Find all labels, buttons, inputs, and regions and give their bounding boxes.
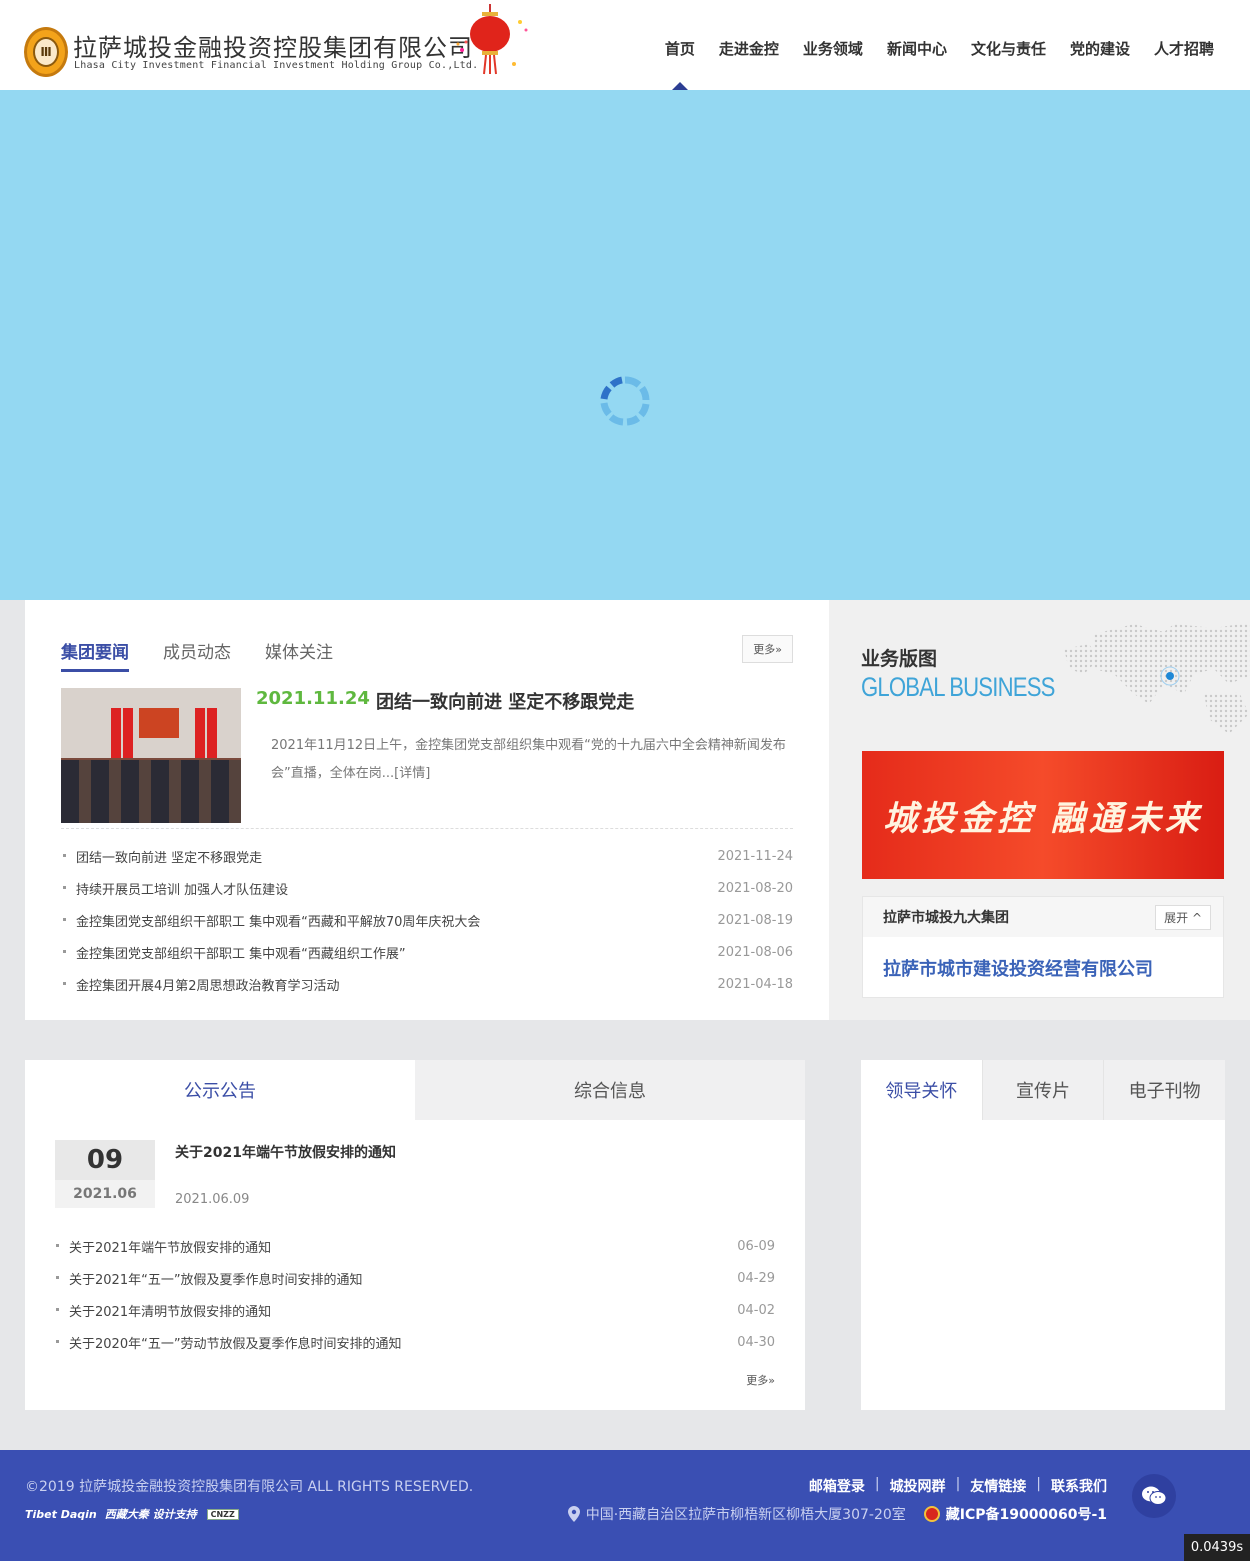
nav-active-indicator [672, 82, 688, 90]
notice-day: 09 [55, 1140, 155, 1180]
company-name-en: Lhasa City Investment Financial Investme… [74, 60, 479, 71]
company-name-cn[interactable]: 拉萨城投金融投资控股集团有限公司 [73, 28, 473, 63]
lantern-icon [456, 4, 528, 75]
group-box: 拉萨市城投九大集团 展开 ^ 拉萨市城市建设投资经营有限公司 [862, 896, 1224, 998]
featured-notice-title[interactable]: 关于2021年端午节放假安排的通知 [175, 1142, 396, 1162]
group-company-link[interactable]: 拉萨市城市建设投资经营有限公司 [883, 955, 1153, 981]
tab-leadership-care[interactable]: 领导关怀 [861, 1060, 982, 1120]
notice-item-title[interactable]: 关于2021年“五一”放假及夏季作息时间安排的通知 [55, 1269, 363, 1288]
list-item[interactable]: 持续开展员工培训 加强人才队伍建设 2021-08-20 [61, 872, 793, 904]
leader-section: 领导关怀 宣传片 电子刊物 [861, 1060, 1226, 1410]
site-footer: ©2019 拉萨城投金融投资控股集团有限公司 ALL RIGHTS RESERV… [0, 1450, 1250, 1561]
tab-announcements[interactable]: 公示公告 [25, 1060, 415, 1120]
tab-member-news[interactable]: 成员动态 [163, 638, 231, 672]
footer-links: 邮箱登录 | 城投网群 | 友情链接 | 联系我们 [808, 1476, 1107, 1496]
link-group-sites[interactable]: 城投网群 [890, 1476, 946, 1496]
page-timer: 0.0439s [1184, 1534, 1250, 1561]
company-logo-icon[interactable]: Ⅲ [24, 27, 68, 77]
cnzz-badge[interactable]: CNZZ [206, 1508, 239, 1520]
featured-notice-date: 2021.06.09 [175, 1192, 250, 1207]
slogan-banner[interactable]: 城投金控 融通未来 [862, 751, 1224, 879]
notice-item-title[interactable]: 关于2021年端午节放假安排的通知 [55, 1237, 271, 1256]
notice-more-link[interactable]: 更多» [746, 1372, 775, 1388]
loading-spinner-icon [600, 376, 650, 426]
nav-news[interactable]: 新闻中心 [887, 38, 947, 59]
featured-notice-date-badge: 09 2021.06 [55, 1140, 155, 1210]
nav-home[interactable]: 首页 [665, 38, 695, 59]
site-header: Ⅲ 拉萨城投金融投资控股集团有限公司 Lhasa City Investment… [0, 0, 1250, 90]
featured-news-image[interactable] [61, 688, 241, 823]
nav-business[interactable]: 业务领域 [803, 38, 863, 59]
notice-item-date: 04-29 [737, 1270, 775, 1286]
notice-item-date: 04-02 [737, 1302, 775, 1318]
credit-text: 西藏大秦 设计支持 [104, 1508, 197, 1521]
footer-address-row: 中国·西藏自治区拉萨市柳梧新区柳梧大厦307-20室 藏ICP备19000060… [567, 1504, 1107, 1524]
featured-news-date: 2021.11.24 [256, 688, 370, 709]
news-more-button[interactable]: 更多» [742, 635, 793, 663]
notice-year-month: 2021.06 [55, 1180, 155, 1208]
tab-general-info[interactable]: 综合信息 [415, 1060, 805, 1120]
tab-group-news[interactable]: 集团要闻 [61, 638, 129, 672]
link-mail-login[interactable]: 邮箱登录 [809, 1476, 865, 1496]
world-map-icon [1064, 622, 1250, 734]
notice-item-title[interactable]: 关于2021年清明节放假安排的通知 [55, 1301, 271, 1320]
business-title-cn: 业务版图 [861, 648, 938, 670]
icp-record[interactable]: 藏ICP备19000060号-1 [923, 1504, 1107, 1524]
list-item[interactable]: 关于2021年清明节放假安排的通知 04-02 [55, 1294, 775, 1326]
news-item-title[interactable]: 团结一致向前进 坚定不移跟党走 [61, 847, 262, 866]
news-item-date: 2021-11-24 [717, 848, 793, 864]
news-item-date: 2021-08-06 [717, 944, 793, 960]
business-title-en: GLOBAL BUSINESS [861, 672, 1055, 702]
group-title: 拉萨市城投九大集团 [883, 910, 1009, 926]
news-item-date: 2021-08-19 [717, 912, 793, 928]
address-text: 中国·西藏自治区拉萨市柳梧新区柳梧大厦307-20室 [585, 1507, 906, 1523]
notice-list: 关于2021年端午节放假安排的通知 06-09 关于2021年“五一”放假及夏季作… [55, 1230, 775, 1358]
chevron-up-icon: ^ [1191, 910, 1202, 925]
link-contact[interactable]: 联系我们 [1051, 1476, 1107, 1496]
tab-media[interactable]: 媒体关注 [265, 638, 333, 672]
news-item-title[interactable]: 持续开展员工培训 加强人才队伍建设 [61, 879, 288, 898]
list-item[interactable]: 金控集团党支部组织干部职工 集中观看“西藏和平解放70周年庆祝大会 2021-08… [61, 904, 793, 936]
notice-item-title[interactable]: 关于2020年“五一”劳动节放假及夏季作息时间安排的通知 [55, 1333, 402, 1352]
list-item[interactable]: 关于2021年“五一”放假及夏季作息时间安排的通知 04-29 [55, 1262, 775, 1294]
list-item[interactable]: 关于2021年端午节放假安排的通知 06-09 [55, 1230, 775, 1262]
news-item-date: 2021-08-20 [717, 880, 793, 896]
list-item[interactable]: 关于2020年“五一”劳动节放假及夏季作息时间安排的通知 04-30 [55, 1326, 775, 1358]
news-tabs: 集团要闻 成员动态 媒体关注 [61, 638, 367, 672]
nav-party[interactable]: 党的建设 [1070, 38, 1130, 59]
news-item-title[interactable]: 金控集团党支部组织干部职工 集中观看“西藏和平解放70周年庆祝大会 [61, 911, 480, 930]
notice-section: 公示公告 综合信息 09 2021.06 关于2021年端午节放假安排的通知 2… [25, 1060, 805, 1410]
featured-news-title[interactable]: 团结一致向前进 坚定不移跟党走 [376, 688, 634, 714]
location-pin-icon [567, 1506, 580, 1522]
copyright: ©2019 拉萨城投金融投资控股集团有限公司 ALL RIGHTS RESERV… [25, 1479, 474, 1495]
news-section: 集团要闻 成员动态 媒体关注 更多» 2021.11.24 团结一致向前进 坚定… [25, 600, 829, 1020]
link-friend-links[interactable]: 友情链接 [970, 1476, 1026, 1496]
police-emblem-icon [923, 1506, 940, 1522]
expand-button[interactable]: 展开 ^ [1155, 904, 1211, 930]
main-nav: 首页 走进金控 业务领域 新闻中心 文化与责任 党的建设 人才招聘 [641, 38, 1214, 59]
credit-brand[interactable]: Tibet Daqin [25, 1508, 97, 1521]
design-credits: Tibet Daqin 西藏大秦 设计支持 CNZZ [25, 1506, 239, 1522]
tab-e-journal[interactable]: 电子刊物 [1103, 1060, 1226, 1120]
notice-item-date: 04-30 [737, 1334, 775, 1350]
business-section: 业务版图 GLOBAL BUSINESS 城投金控 融通未来 拉萨市城投九大集团… [829, 600, 1250, 1020]
news-item-date: 2021-04-18 [717, 976, 793, 992]
featured-news-summary[interactable]: 2021年11月12日上午，金控集团党支部组织集中观看“党的十九届六中全会精神新… [271, 732, 791, 788]
list-item[interactable]: 团结一致向前进 坚定不移跟党走 2021-11-24 [61, 840, 793, 872]
tab-promo-video[interactable]: 宣传片 [981, 1060, 1104, 1120]
list-item[interactable]: 金控集团开展4月第2周思想政治教育学习活动 2021-04-18 [61, 968, 793, 1000]
news-item-title[interactable]: 金控集团开展4月第2周思想政治教育学习活动 [61, 975, 340, 994]
hero-banner[interactable] [0, 90, 1250, 600]
divider [61, 828, 793, 829]
slogan-text: 城投金控 融通未来 [883, 798, 1203, 839]
nav-about[interactable]: 走进金控 [719, 38, 779, 59]
news-item-title[interactable]: 金控集团党支部组织干部职工 集中观看“西藏组织工作展” [61, 943, 406, 962]
notice-item-date: 06-09 [737, 1238, 775, 1254]
wechat-icon[interactable] [1132, 1474, 1176, 1518]
nav-culture[interactable]: 文化与责任 [971, 38, 1046, 59]
list-item[interactable]: 金控集团党支部组织干部职工 集中观看“西藏组织工作展” 2021-08-06 [61, 936, 793, 968]
nav-careers[interactable]: 人才招聘 [1154, 38, 1214, 59]
news-list: 团结一致向前进 坚定不移跟党走 2021-11-24 持续开展员工培训 加强人才队… [61, 840, 793, 1000]
